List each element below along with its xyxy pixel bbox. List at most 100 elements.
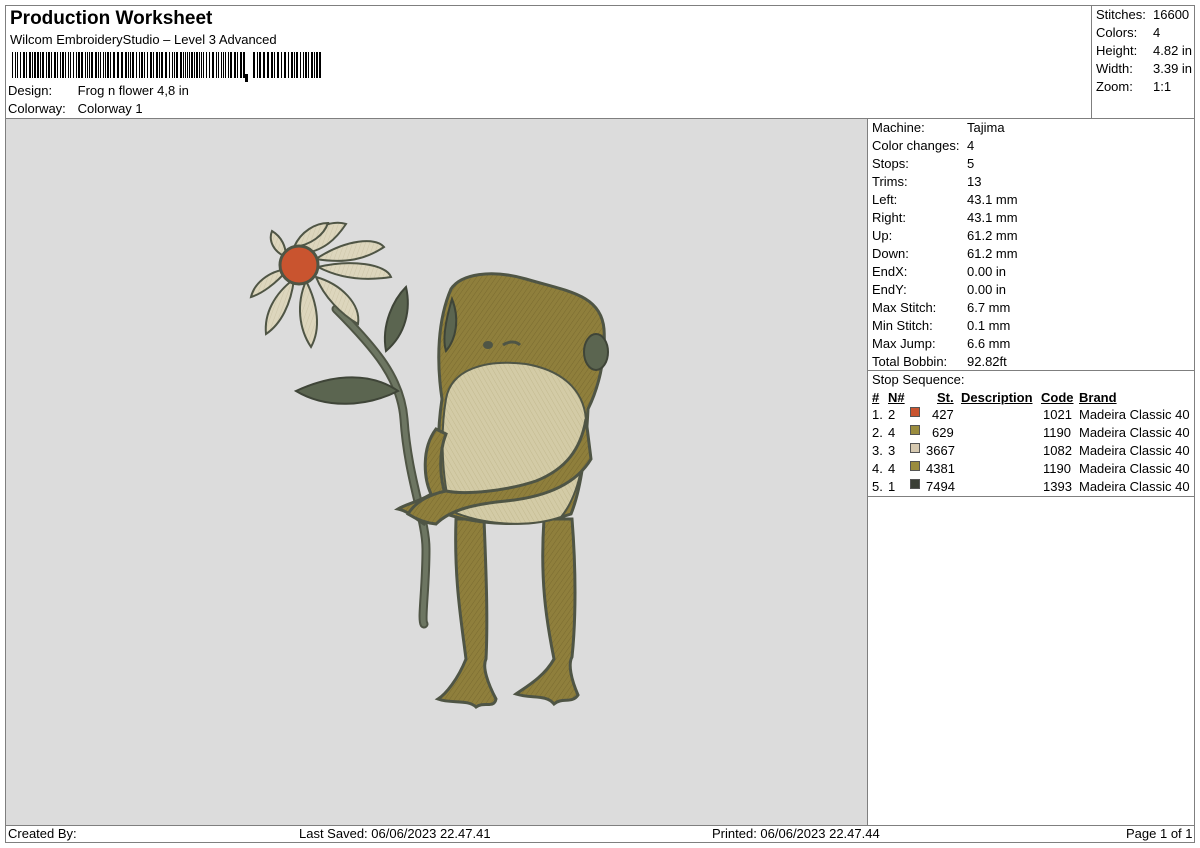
- table-row: 3. 3 3667 1082 Madeira Classic 40: [868, 443, 1195, 461]
- row-stitches: 7494: [926, 479, 955, 494]
- table-row: 1. 2 427 1021 Madeira Classic 40: [868, 407, 1195, 425]
- frog-nostril: [483, 341, 493, 349]
- row-num: 3.: [872, 443, 883, 458]
- info-endy: EndY: 0.00 in: [872, 282, 1006, 297]
- footer-created-by: Created By:: [8, 826, 77, 841]
- col-header-code: Code: [1041, 390, 1074, 405]
- info-value: 43.1 mm: [967, 192, 1018, 207]
- footer-printed: Printed: 06/06/2023 22.47.44: [712, 826, 880, 841]
- flower-petals: [249, 221, 393, 349]
- row-stitches: 3667: [926, 443, 955, 458]
- info-value: 43.1 mm: [967, 210, 1018, 225]
- summary-value: 4: [1153, 25, 1161, 40]
- info-value: 6.6 mm: [967, 336, 1011, 351]
- row-needle: 4: [888, 425, 896, 440]
- row-needle: 3: [888, 443, 896, 458]
- row-code: 1393: [1043, 479, 1072, 494]
- summary-value: 16600: [1153, 7, 1190, 22]
- info-label: Machine:: [872, 120, 925, 135]
- info-divider: [868, 370, 1195, 371]
- summary-label: Zoom:: [1096, 79, 1133, 94]
- thread-color-swatch: [910, 479, 920, 489]
- table-divider: [868, 496, 1195, 497]
- info-value: 0.00 in: [967, 264, 1007, 279]
- info-total-bobbin: Total Bobbin: 92.82ft: [872, 354, 1007, 369]
- row-stitches: 427: [932, 407, 954, 422]
- summary-box: Stitches: 16600 Colors: 4 Height: 4.82 in W…: [1091, 6, 1195, 118]
- flower-leaf: [383, 285, 409, 353]
- summary-label: Stitches:: [1096, 7, 1146, 22]
- info-trims: Trims: 13: [872, 174, 981, 189]
- row-brand: Madeira Classic 40: [1079, 443, 1190, 458]
- thread-color-swatch: [910, 443, 920, 453]
- col-header-description: Description: [961, 390, 1033, 405]
- row-code: 1082: [1043, 443, 1072, 458]
- row-needle: 4: [888, 461, 896, 476]
- info-label: Left:: [872, 192, 898, 207]
- info-label: Total Bobbin:: [872, 354, 948, 369]
- info-value: 5: [967, 156, 975, 171]
- info-label: Color changes:: [872, 138, 960, 153]
- info-label: Up:: [872, 228, 893, 243]
- row-brand: Madeira Classic 40: [1079, 479, 1190, 494]
- info-max-stitch: Max Stitch: 6.7 mm: [872, 300, 1010, 315]
- footer-last-saved: Last Saved: 06/06/2023 22.47.41: [299, 826, 491, 841]
- info-color-changes: Color changes: 4: [872, 138, 974, 153]
- info-machine: Machine: Tajima: [872, 120, 1005, 135]
- embroidery-design-image: [249, 221, 609, 709]
- table-row: 2. 4 629 1190 Madeira Classic 40: [868, 425, 1195, 443]
- table-row: 5. 1 7494 1393 Madeira Classic 40: [868, 479, 1195, 497]
- design-label: Design:: [8, 83, 53, 98]
- summary-label: Width:: [1096, 61, 1133, 76]
- page-title: Production Worksheet: [10, 8, 213, 29]
- summary-width: Width: 3.39 in: [1096, 61, 1192, 76]
- summary-colors: Colors: 4: [1096, 25, 1160, 40]
- row-brand: Madeira Classic 40: [1079, 461, 1190, 476]
- thread-color-swatch: [910, 461, 920, 471]
- row-needle: 1: [888, 479, 896, 494]
- info-value: 4: [967, 138, 975, 153]
- summary-label: Colors:: [1096, 25, 1138, 40]
- row-code: 1190: [1043, 425, 1071, 440]
- frog-eye-right: [583, 333, 609, 371]
- info-right: Right: 43.1 mm: [872, 210, 1018, 225]
- colorway-value: Colorway 1: [77, 101, 143, 116]
- design-value: Frog n flower 4,8 in: [77, 83, 189, 98]
- info-label: Min Stitch:: [872, 318, 933, 333]
- info-label: Right:: [872, 210, 906, 225]
- summary-value: 1:1: [1153, 79, 1172, 94]
- info-label: EndX:: [872, 264, 908, 279]
- frog-leg-right: [512, 517, 580, 707]
- info-value: 0.1 mm: [967, 318, 1011, 333]
- info-label: Trims:: [872, 174, 908, 189]
- col-header-n: N#: [888, 390, 905, 405]
- row-num: 1.: [872, 407, 883, 422]
- row-needle: 2: [888, 407, 896, 422]
- summary-stitches: Stitches: 16600: [1096, 7, 1189, 22]
- info-label: EndY:: [872, 282, 907, 297]
- col-header-brand: Brand: [1079, 390, 1117, 405]
- info-min-stitch: Min Stitch: 0.1 mm: [872, 318, 1010, 333]
- info-value: Tajima: [967, 120, 1005, 135]
- info-value: 61.2 mm: [967, 228, 1018, 243]
- info-label: Max Stitch:: [872, 300, 937, 315]
- info-stops: Stops: 5: [872, 156, 974, 171]
- flower-center: [278, 244, 320, 286]
- row-brand: Madeira Classic 40: [1079, 425, 1190, 440]
- info-value: 13: [967, 174, 982, 189]
- info-left: Left: 43.1 mm: [872, 192, 1018, 207]
- summary-label: Height:: [1096, 43, 1138, 58]
- row-stitches: 629: [932, 425, 954, 440]
- info-down: Down: 61.2 mm: [872, 246, 1018, 261]
- stop-sequence-title: Stop Sequence:: [872, 372, 965, 387]
- row-num: 4.: [872, 461, 883, 476]
- row-code: 1021: [1043, 407, 1072, 422]
- col-header-stitches: St.: [937, 390, 954, 405]
- thread-color-swatch: [910, 425, 920, 435]
- colorway-row: Colorway: Colorway 1: [8, 101, 143, 116]
- info-max-jump: Max Jump: 6.6 mm: [872, 336, 1010, 351]
- info-value: 61.2 mm: [967, 246, 1018, 261]
- colorway-label: Colorway:: [8, 101, 66, 116]
- info-up: Up: 61.2 mm: [872, 228, 1018, 243]
- row-num: 2.: [872, 425, 883, 440]
